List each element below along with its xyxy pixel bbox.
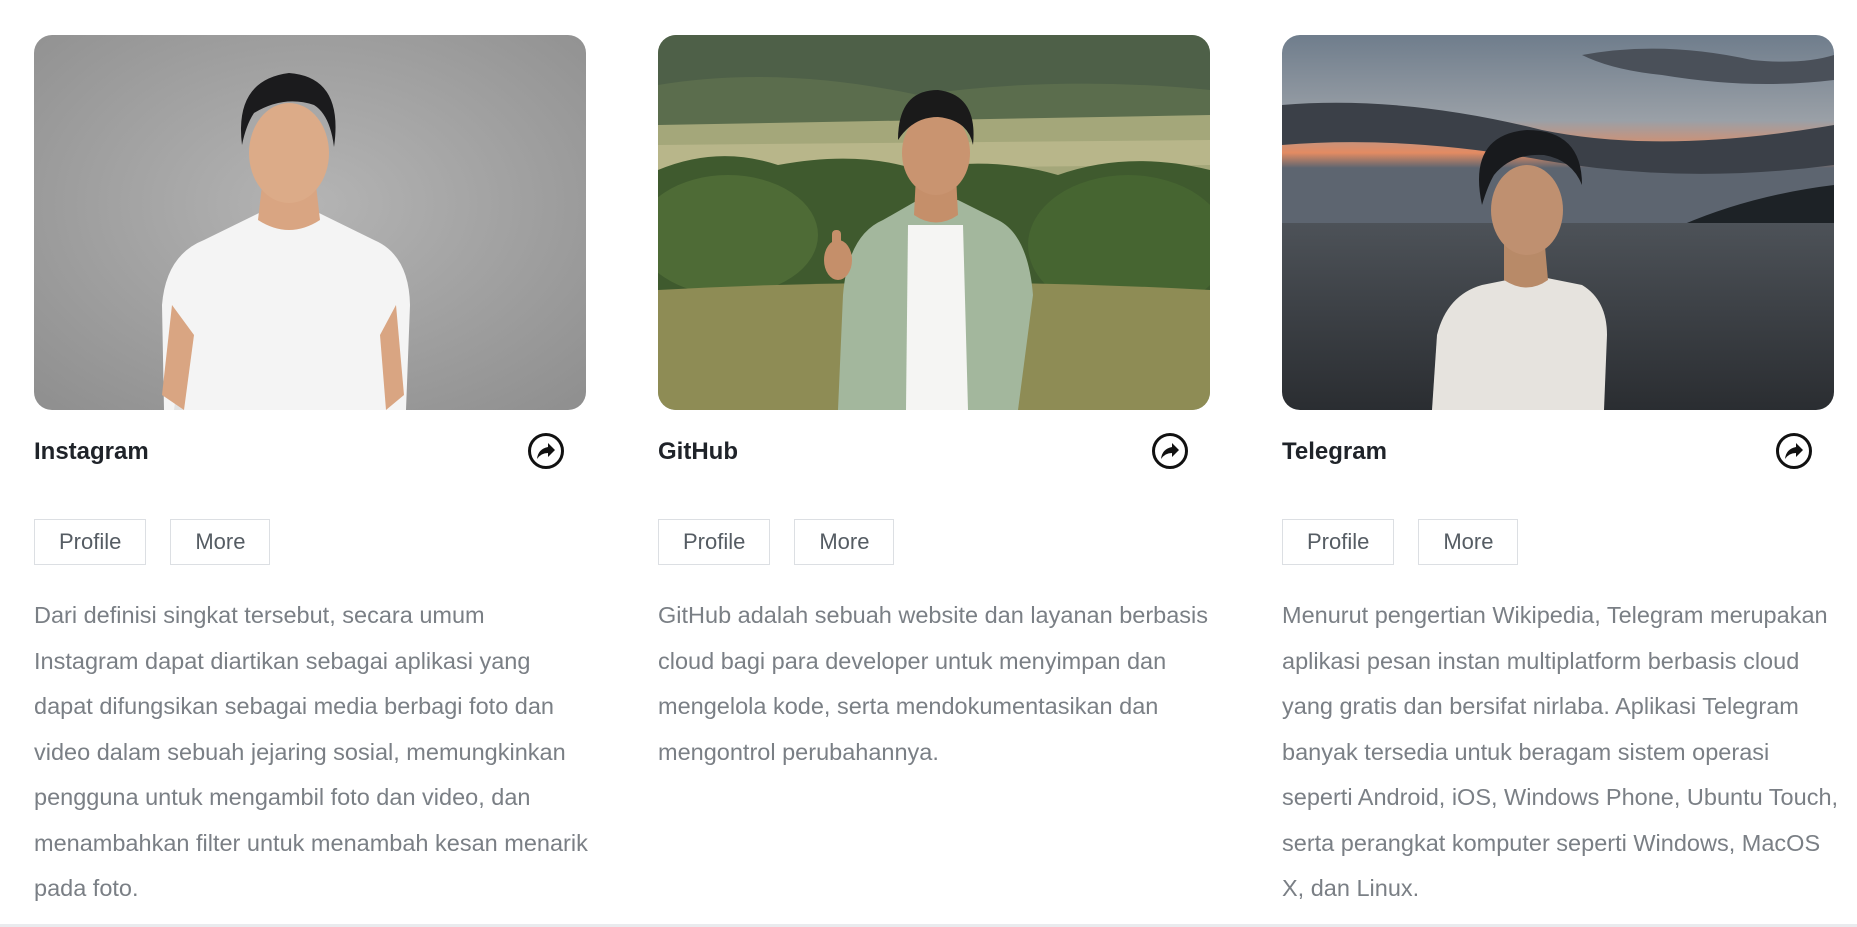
- profile-button[interactable]: Profile: [1282, 519, 1395, 565]
- card-grid: Instagram Profile More Dari definisi sin…: [34, 35, 1838, 912]
- more-button[interactable]: More: [1418, 519, 1519, 565]
- card-description: Menurut pengertian Wikipedia, Telegram m…: [1282, 602, 1839, 901]
- card-title: Instagram: [34, 438, 149, 465]
- share-arrow-icon[interactable]: [1776, 433, 1812, 469]
- card-description: GitHub adalah sebuah website dan layanan…: [658, 602, 1209, 765]
- profile-button[interactable]: Profile: [658, 519, 771, 565]
- card-title: Telegram: [1282, 438, 1387, 465]
- telegram-photo: [1282, 35, 1834, 410]
- github-photo: [658, 35, 1210, 410]
- profile-button[interactable]: Profile: [34, 519, 147, 565]
- more-button[interactable]: More: [170, 519, 271, 565]
- card-telegram: Telegram Profile More Menurut pengertian…: [1282, 35, 1838, 912]
- card-github: GitHub Profile More GitHub adalah sebuah…: [658, 35, 1210, 912]
- share-arrow-icon[interactable]: [1152, 433, 1188, 469]
- more-button[interactable]: More: [794, 519, 895, 565]
- card-title: GitHub: [658, 438, 738, 465]
- card-description: Dari definisi singkat tersebut, secara u…: [34, 602, 588, 901]
- card-instagram: Instagram Profile More Dari definisi sin…: [34, 35, 588, 912]
- share-arrow-icon[interactable]: [528, 433, 564, 469]
- instagram-photo: [34, 35, 586, 410]
